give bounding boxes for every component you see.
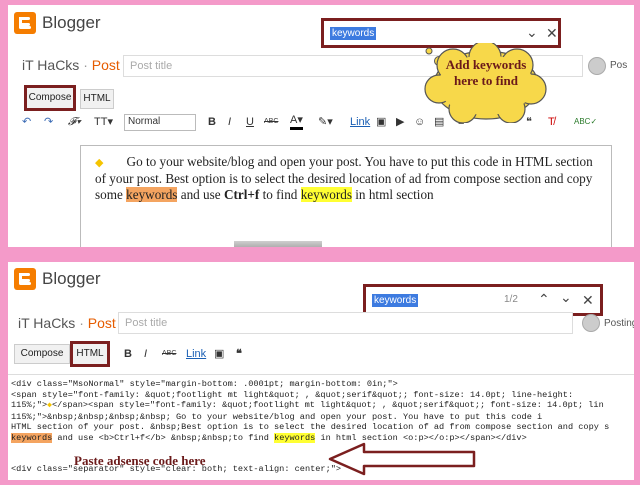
font-size-select[interactable]: Normal [124, 114, 196, 131]
compose-editor[interactable]: ◆ Go to your website/blog and open your … [80, 145, 612, 247]
keyword-highlight: keywords [126, 187, 178, 202]
image-icon[interactable]: ▣ [376, 113, 386, 131]
brand-name: Blogger [42, 13, 101, 32]
chevron-up-icon[interactable]: ⌃ [538, 291, 550, 308]
underline-button[interactable]: U [246, 113, 254, 131]
remove-formatting-icon[interactable]: T̸ [548, 113, 555, 131]
bold-button[interactable]: B [208, 113, 216, 131]
callout-text: Add keywords here to find [445, 57, 527, 88]
spellcheck-icon[interactable]: ABC✓ [574, 113, 597, 131]
blog-title[interactable]: iT HaCks · Post [18, 315, 116, 331]
image-icon[interactable]: ▣ [214, 345, 224, 363]
keyword-match: keywords [274, 432, 316, 443]
match-count: 1/2 [504, 294, 518, 305]
brand-name: Blogger [42, 269, 101, 288]
blog-title[interactable]: iT HaCks · Post [22, 57, 120, 73]
avatar[interactable] [582, 314, 600, 332]
compose-view-panel: Blogger keywords ⌄ ✕ iT HaCks · Post Pos… [8, 5, 634, 247]
link-button[interactable]: Link [186, 345, 206, 363]
chevron-down-icon[interactable]: ⌄ [526, 24, 538, 41]
italic-button[interactable]: I [144, 345, 147, 363]
link-button[interactable]: Link [350, 113, 370, 131]
html-button[interactable]: HTML [70, 341, 110, 367]
highlight-icon[interactable]: ✎▾ [318, 113, 333, 131]
video-icon[interactable]: ▶ [396, 113, 404, 131]
keyword-highlight: keywords [11, 432, 53, 443]
quote-icon[interactable]: ❝ [236, 345, 242, 363]
close-icon[interactable]: ✕ [546, 25, 558, 42]
italic-button[interactable]: I [228, 113, 231, 131]
compose-button[interactable]: Compose [14, 344, 70, 364]
keyword-match: keywords [300, 187, 352, 202]
strikethrough-button[interactable]: ABC [162, 345, 176, 363]
redo-icon[interactable]: ↷ [44, 113, 53, 131]
strikethrough-button[interactable]: ABC [264, 113, 278, 131]
formatting-toolbar: B I ABC Link ▣ ❝ [120, 345, 320, 365]
chevron-down-icon[interactable]: ⌄ [560, 289, 572, 306]
avatar[interactable] [588, 57, 606, 75]
html-view-panel: Blogger keywords 1/2 ⌃ ⌄ ✕ iT HaCks · Po… [8, 262, 634, 480]
text-size-icon[interactable]: TT▾ [94, 113, 113, 131]
posting-button[interactable]: Pos [610, 60, 627, 71]
compose-button[interactable]: Compose [24, 85, 76, 111]
blogger-logo-icon[interactable] [14, 268, 36, 290]
blogger-logo-icon[interactable] [14, 12, 36, 34]
annotation-text: Paste adsense code here [74, 453, 206, 468]
text-color-icon[interactable]: A▾ [290, 113, 303, 130]
posting-button[interactable]: Posting [604, 318, 634, 329]
post-title-input[interactable]: Post title [118, 312, 573, 334]
find-query[interactable]: keywords [330, 27, 377, 40]
find-query[interactable]: keywords [372, 294, 419, 307]
post-image [234, 241, 322, 247]
bold-button[interactable]: B [124, 345, 132, 363]
undo-icon[interactable]: ↶ [22, 113, 31, 131]
html-button[interactable]: HTML [80, 89, 114, 109]
arrow-left-icon [328, 442, 476, 476]
font-family-icon[interactable]: 𝓕▾ [68, 113, 81, 131]
close-icon[interactable]: ✕ [582, 292, 594, 309]
